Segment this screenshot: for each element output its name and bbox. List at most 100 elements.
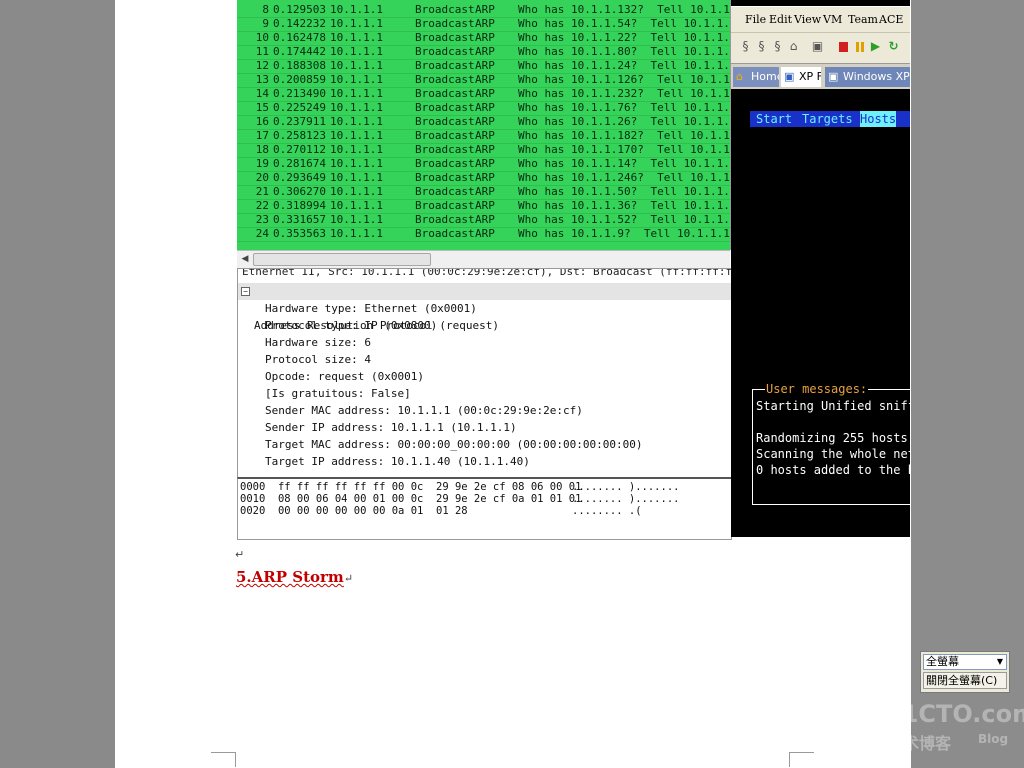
packet-number: 16 — [255, 115, 269, 128]
packet-detail-pane[interactable]: Ethernet II, Src: 10.1.1.1 (00:0c:29:9e:… — [237, 268, 732, 478]
arp-field[interactable]: Opcode: request (0x0001) — [265, 368, 424, 385]
packet-number: 22 — [255, 199, 269, 212]
collapse-toggle-icon[interactable]: − — [241, 287, 250, 296]
section-heading: 5.ARP Storm↵ — [236, 568, 353, 586]
packet-row[interactable]: 23 0.331657 10.1.1.1 Broadcast ARP Who has 10… — [237, 213, 730, 228]
packet-time: 0.281674 — [273, 157, 326, 170]
packet-row[interactable]: 10 0.162478 10.1.1.1 Broadcast ARP Who has 10… — [237, 31, 730, 46]
menu-vm[interactable]: VM — [823, 13, 842, 26]
scroll-left-arrow-icon[interactable]: ◀ — [239, 252, 251, 266]
fullscreen-select[interactable]: 全螢幕 ▼ — [923, 654, 1007, 670]
packet-info: Who has 10.1.1.126? Tell 10.1.1.1 — [518, 73, 731, 86]
packet-time: 0.142232 — [273, 17, 326, 30]
packet-number: 12 — [255, 59, 269, 72]
packet-number: 23 — [255, 213, 269, 226]
packet-source: 10.1.1.1 — [330, 87, 383, 100]
packet-source: 10.1.1.1 — [330, 31, 383, 44]
packet-row[interactable]: 22 0.318994 10.1.1.1 Broadcast ARP Who has 10… — [237, 199, 730, 214]
packet-destination: Broadcast — [415, 143, 475, 156]
packet-protocol: ARP — [475, 31, 495, 44]
packet-row[interactable]: 17 0.258123 10.1.1.1 Broadcast ARP Who has 10… — [237, 129, 730, 144]
user-messages-title: User messages: — [765, 382, 869, 396]
packet-row[interactable]: 15 0.225249 10.1.1.1 Broadcast ARP Who has 10… — [237, 101, 730, 116]
ettercap-menu-targets[interactable]: Targets — [802, 111, 853, 127]
packet-protocol: ARP — [475, 115, 495, 128]
packet-number: 20 — [255, 171, 269, 184]
horizontal-scrollbar[interactable]: ◀ — [237, 250, 730, 269]
packet-info: Who has 10.1.1.9? Tell 10.1.1.1 — [518, 227, 730, 240]
hex-line: 0010 08 00 06 04 00 01 00 0c 29 9e 2e cf… — [240, 493, 581, 505]
arp-field[interactable]: Target IP address: 10.1.1.40 (10.1.1.40) — [265, 453, 530, 470]
stop-icon[interactable] — [837, 39, 850, 54]
packet-protocol: ARP — [475, 87, 495, 100]
hex-offset: 0010 — [240, 493, 266, 505]
packet-info: Who has 10.1.1.76? Tell 10.1.1.1 — [518, 101, 731, 114]
arp-field[interactable]: Hardware type: Ethernet (0x0001) — [265, 300, 477, 317]
menu-ace[interactable]: ACE — [879, 13, 903, 26]
scrollbar-thumb[interactable] — [253, 253, 431, 266]
vmware-window: File Edit View VM Team ACE § § § ⌂ ▣ ▶ ↻… — [731, 0, 910, 537]
packet-info: Who has 10.1.1.54? Tell 10.1.1.1 — [518, 17, 731, 30]
packet-number: 9 — [262, 17, 269, 30]
hex-bytes: ff ff ff ff ff ff 00 0c 29 9e 2e cf 08 0… — [277, 481, 582, 493]
tab-windows-xp[interactable]: ▣Windows XP Pro — [825, 67, 910, 87]
ettercap-menu-start[interactable]: Start — [756, 111, 792, 127]
packet-row[interactable]: 16 0.237911 10.1.1.1 Broadcast ARP Who has 10… — [237, 115, 730, 130]
packet-info: Who has 10.1.1.50? Tell 10.1.1.1 — [518, 185, 731, 198]
arp-field[interactable]: Hardware size: 6 — [265, 334, 371, 351]
vm-console-screen[interactable]: Start Targets Hosts User messages: Start… — [731, 89, 910, 537]
ethernet-header-line[interactable]: Ethernet II, Src: 10.1.1.1 (00:0c:29:9e:… — [242, 269, 731, 280]
menu-edit[interactable]: Edit — [769, 13, 792, 26]
packet-row[interactable]: 20 0.293649 10.1.1.1 Broadcast ARP Who has 10… — [237, 171, 730, 186]
close-fullscreen-button[interactable]: 關閉全螢幕(C) — [923, 672, 1007, 689]
menu-team[interactable]: Team — [848, 13, 878, 26]
arp-field[interactable]: Protocol type: IP (0x0800) — [265, 317, 437, 334]
play-icon[interactable]: ▶ — [869, 39, 882, 54]
hex-ascii: ........ )....... — [572, 481, 680, 493]
reset-icon[interactable]: ↻ — [887, 39, 900, 54]
hex-dump-pane[interactable]: 0000 ff ff ff ff ff ff 00 0c 29 9e 2e cf… — [237, 477, 732, 540]
menu-file[interactable]: File — [745, 13, 766, 26]
user-messages-box: User messages: Starting Unified sniffi R… — [752, 382, 910, 505]
arp-field[interactable]: Protocol size: 4 — [265, 351, 371, 368]
menu-view[interactable]: View — [794, 13, 821, 26]
pause-icon[interactable] — [853, 39, 866, 54]
arp-header-row[interactable]: − Address Resolution Protocol (request) — [238, 283, 731, 332]
arp-field[interactable]: Target MAC address: 00:00:00_00:00:00 (0… — [265, 436, 643, 453]
watermark: 51CTO.com 技术博客 Blog — [885, 700, 1024, 760]
home-icon: ⌂ — [736, 70, 743, 83]
arp-field[interactable]: Sender IP address: 10.1.1.1 (10.1.1.1) — [265, 419, 517, 436]
snapshot-icon[interactable]: § — [739, 39, 752, 54]
packet-row[interactable]: 19 0.281674 10.1.1.1 Broadcast ARP Who has 10… — [237, 157, 730, 172]
snapshot-manager-icon[interactable]: § — [771, 39, 784, 54]
ettercap-menu-hosts[interactable]: Hosts — [860, 111, 897, 127]
packet-row[interactable]: 12 0.188308 10.1.1.1 Broadcast ARP Who has 10… — [237, 59, 730, 74]
packet-number: 13 — [255, 73, 269, 86]
packet-row[interactable]: 14 0.213490 10.1.1.1 Broadcast ARP Who has 10… — [237, 87, 730, 102]
packet-destination: Broadcast — [415, 73, 475, 86]
packet-row-partial[interactable] — [237, 241, 730, 250]
snapshot-take-icon[interactable]: ⌂ — [787, 39, 800, 54]
packet-number: 17 — [255, 129, 269, 142]
packet-row[interactable]: 24 0.353563 10.1.1.1 Broadcast ARP Who has 10… — [237, 227, 730, 242]
chevron-down-icon[interactable]: ▼ — [994, 655, 1006, 669]
arp-field[interactable]: Sender MAC address: 10.1.1.1 (00:0c:29:9… — [265, 402, 583, 419]
packet-row[interactable]: 13 0.200859 10.1.1.1 Broadcast ARP Who has 10… — [237, 73, 730, 88]
packet-list[interactable]: 8 0.129503 10.1.1.1 Broadcast ARP Who has 10.… — [237, 0, 731, 250]
packet-protocol: ARP — [475, 199, 495, 212]
packet-row[interactable]: 8 0.129503 10.1.1.1 Broadcast ARP Who has 10.… — [237, 3, 730, 18]
paragraph-mark: ↵ — [343, 572, 354, 585]
packet-time: 0.129503 — [273, 3, 326, 16]
arp-field[interactable]: [Is gratuitous: False] — [265, 385, 411, 402]
snapshot-revert-icon[interactable]: § — [755, 39, 768, 54]
tab-xp-f[interactable]: ▣ XP F — [781, 67, 821, 87]
packet-row[interactable]: 11 0.174442 10.1.1.1 Broadcast ARP Who has 10… — [237, 45, 730, 60]
packet-row[interactable]: 21 0.306270 10.1.1.1 Broadcast ARP Who has 10… — [237, 185, 730, 200]
console-icon[interactable]: ▣ — [811, 39, 824, 54]
packet-destination: Broadcast — [415, 45, 475, 58]
packet-row[interactable]: 9 0.142232 10.1.1.1 Broadcast ARP Who has 10.… — [237, 17, 730, 32]
packet-row[interactable]: 18 0.270112 10.1.1.1 Broadcast ARP Who has 10… — [237, 143, 730, 158]
vm-icon: ▣ — [828, 70, 839, 83]
tab-home[interactable]: ⌂Home — [733, 67, 779, 87]
packet-info: Who has 10.1.1.52? Tell 10.1.1.1 — [518, 213, 731, 226]
